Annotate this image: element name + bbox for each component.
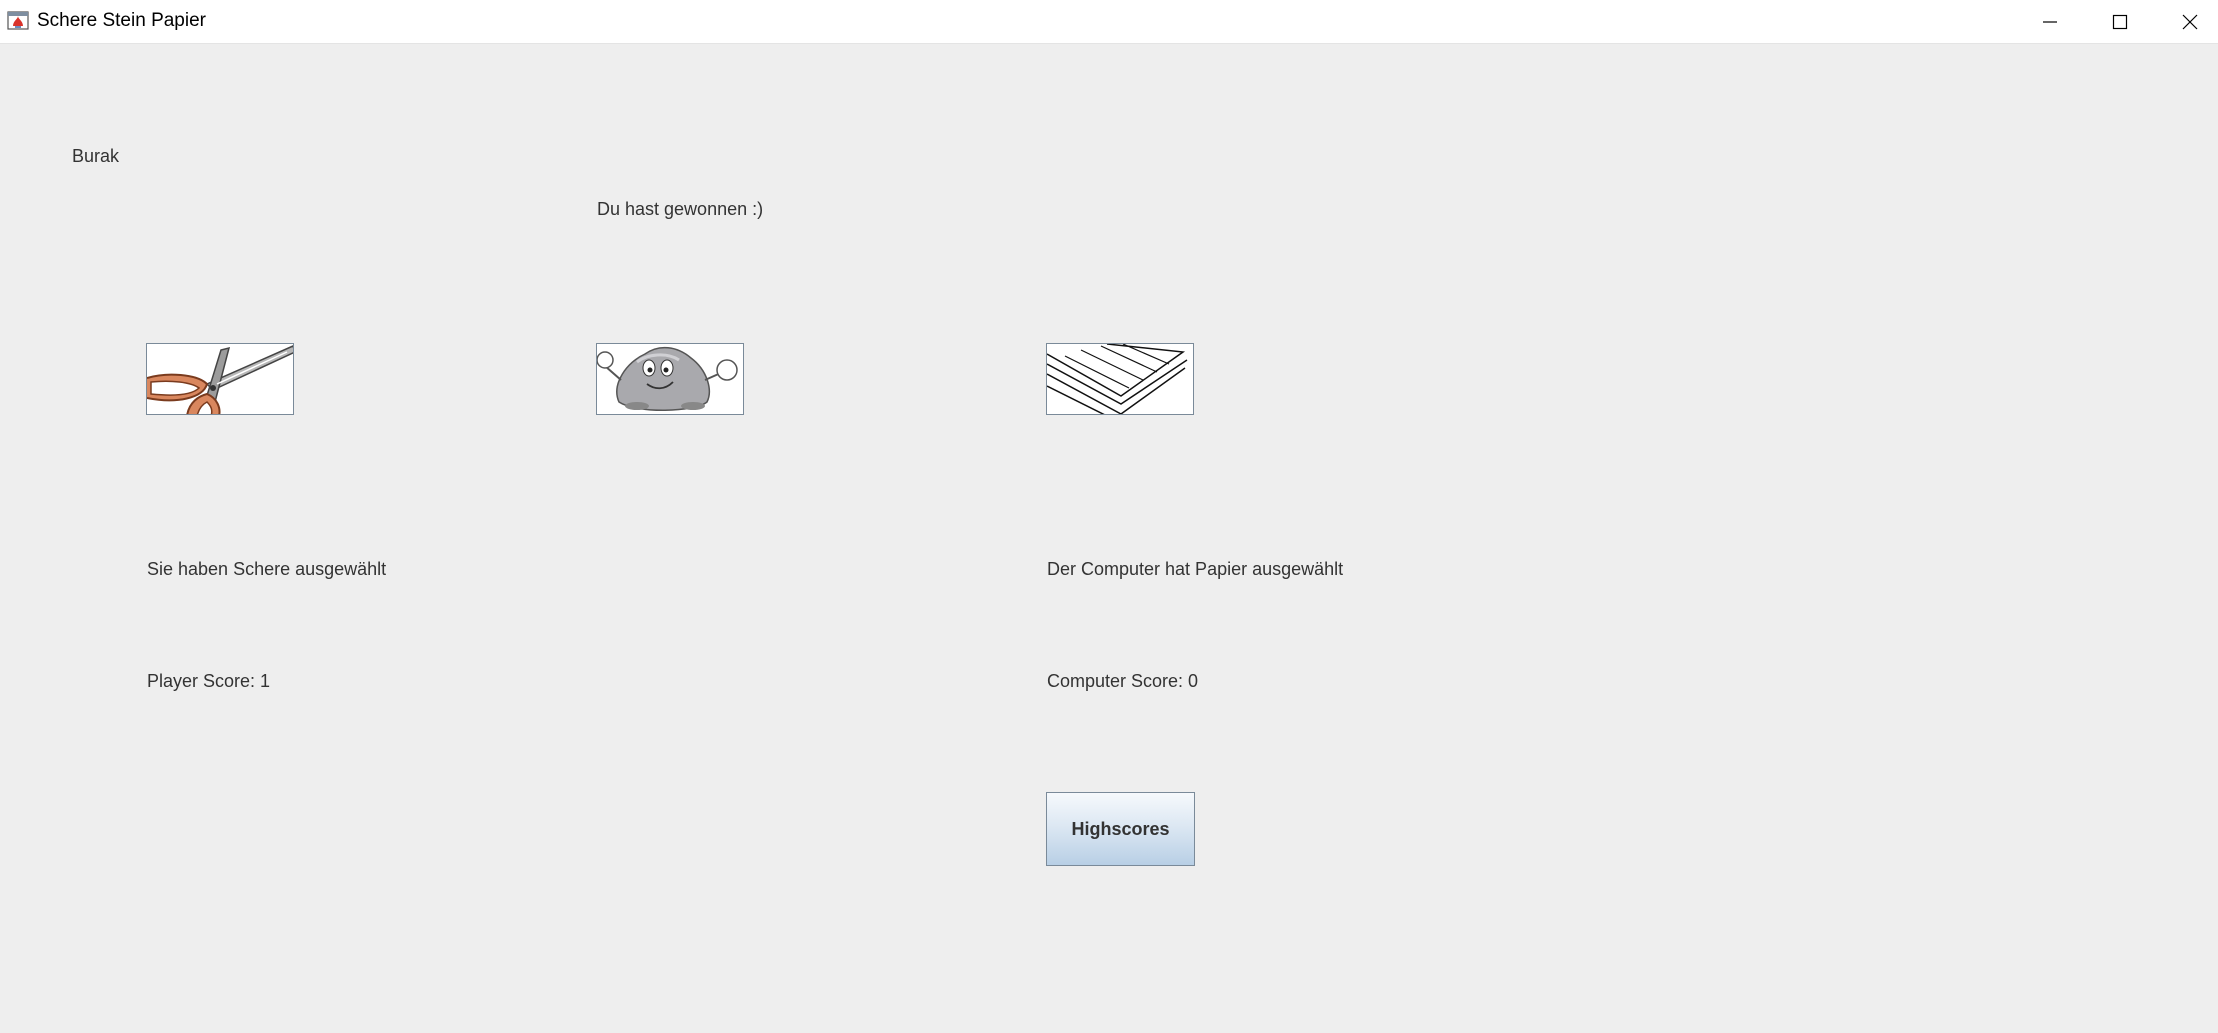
close-button[interactable] (2155, 0, 2218, 43)
result-message: Du hast gewonnen :) (597, 199, 764, 219)
app-window: Schere Stein Papier Burak Du hast gewonn… (0, 0, 2218, 1033)
highscores-button[interactable]: Highscores (1046, 792, 1195, 866)
java-app-icon (7, 9, 29, 31)
rock-icon (597, 344, 743, 414)
minimize-icon (2042, 14, 2058, 30)
computer-selection-label: Der Computer hat Papier ausgewählt (1047, 559, 1344, 579)
close-icon (2182, 14, 2198, 30)
maximize-icon (2112, 14, 2128, 30)
scissors-button[interactable] (146, 343, 294, 415)
minimize-button[interactable] (2015, 0, 2085, 43)
player-selection-label: Sie haben Schere ausgewählt (147, 559, 387, 579)
scissors-icon (147, 344, 293, 414)
player-score-label: Player Score: 1 (147, 671, 271, 691)
maximize-button[interactable] (2085, 0, 2155, 43)
title-bar[interactable]: Schere Stein Papier (0, 0, 2218, 44)
window-title: Schere Stein Papier (37, 10, 206, 31)
paper-button[interactable] (1046, 343, 1194, 415)
player-name-label: Burak (72, 146, 120, 166)
computer-score-label: Computer Score: 0 (1047, 671, 1199, 691)
paper-icon (1047, 344, 1193, 414)
rock-button[interactable] (596, 343, 744, 415)
